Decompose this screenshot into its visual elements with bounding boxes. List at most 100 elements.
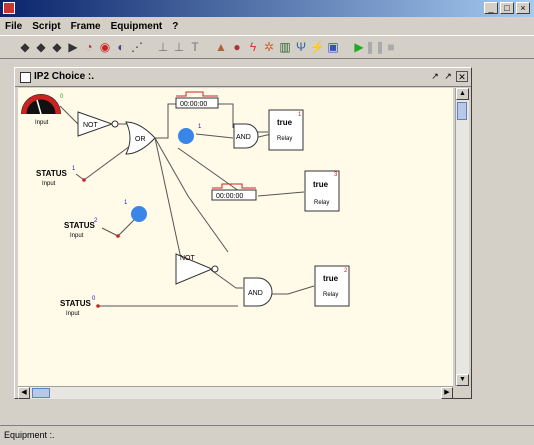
- status-3-dot: [96, 304, 100, 308]
- status-bar: Equipment :.: [0, 425, 534, 445]
- not-gate-label: NOT: [83, 122, 99, 129]
- scroll-left-icon[interactable]: ◀: [18, 387, 30, 399]
- scroll-right-icon[interactable]: ▶: [441, 387, 453, 399]
- forward-icon[interactable]: ◆: [50, 39, 64, 55]
- lock-icon[interactable]: ▲: [214, 39, 228, 55]
- record-icon[interactable]: ◉: [98, 39, 112, 55]
- horizontal-scroll-thumb[interactable]: [32, 388, 50, 398]
- plug-icon[interactable]: ⚡: [310, 39, 325, 55]
- window-icon: [20, 72, 31, 83]
- timer-top[interactable]: 00:00:00: [175, 91, 219, 109]
- scroll-up-icon[interactable]: ▲: [456, 88, 469, 100]
- maximize-button[interactable]: □: [500, 2, 514, 14]
- vertical-scroll-thumb[interactable]: [457, 102, 467, 120]
- lightning-icon[interactable]: ϟ: [246, 39, 260, 55]
- halt-icon[interactable]: ■: [384, 39, 398, 55]
- network-icon[interactable]: ✲: [262, 39, 276, 55]
- menu-file[interactable]: File: [0, 21, 27, 32]
- status-2-input-label: Input: [70, 233, 84, 239]
- timer-middle[interactable]: 00:00:00: [211, 183, 257, 201]
- close-button[interactable]: ×: [516, 2, 530, 14]
- and-gate-bottom[interactable]: AND: [243, 277, 273, 307]
- antenna-icon[interactable]: Ψ: [294, 39, 308, 55]
- timer-2-text: 00:00:00: [216, 193, 243, 200]
- restore-icon[interactable]: ↗: [429, 71, 441, 82]
- not-gate-bottom-label: NOT: [180, 255, 196, 262]
- gauge-input[interactable]: Input 0: [21, 94, 64, 126]
- wire: [83, 145, 131, 181]
- not-gate-bottom[interactable]: NOT: [175, 253, 219, 285]
- maximize-icon[interactable]: ↗: [442, 71, 454, 82]
- text-icon[interactable]: T: [188, 39, 202, 55]
- gauge-number: 0: [60, 94, 64, 100]
- wire: [117, 217, 137, 237]
- relay-2[interactable]: true Relay 3: [304, 170, 340, 212]
- and-gate-bottom-label: AND: [248, 290, 263, 297]
- not-gate-bubble: [111, 120, 119, 128]
- stop-icon[interactable]: ◐: [114, 39, 128, 55]
- led-2-circle: [131, 206, 147, 222]
- relay-1-value: true: [277, 118, 293, 127]
- wire: [268, 285, 315, 295]
- diagram-canvas[interactable]: Input 0 NOT OR 00:00:00 1 AND true Relay…: [18, 88, 453, 386]
- minimize-button[interactable]: _: [484, 2, 498, 14]
- relay-2-value: true: [313, 180, 329, 189]
- timer-text: 00:00:00: [180, 101, 207, 108]
- relay-2-label: Relay: [314, 200, 329, 206]
- step-icon[interactable]: ◆: [34, 39, 48, 55]
- wire: [218, 103, 234, 128]
- relay-1[interactable]: true Relay 1: [268, 109, 304, 151]
- or-gate[interactable]: OR: [125, 121, 156, 155]
- scroll-down-icon[interactable]: ▼: [456, 374, 469, 386]
- status-3-label: STATUS: [60, 299, 91, 308]
- wire: [177, 147, 247, 197]
- not-gate-top[interactable]: NOT: [77, 111, 119, 137]
- wire: [59, 105, 79, 125]
- status-input-1[interactable]: STATUS Input 1: [36, 166, 86, 187]
- status-2-switch: [101, 227, 119, 237]
- pause-icon[interactable]: ❚❚: [365, 39, 385, 55]
- status-input-3[interactable]: STATUS Input 0: [60, 296, 100, 317]
- menu-equipment[interactable]: Equipment: [106, 21, 168, 32]
- timer-pulse: [176, 91, 218, 97]
- timer-icon[interactable]: ◔: [82, 39, 96, 55]
- status-1-number: 1: [72, 166, 76, 172]
- filter2-icon[interactable]: ⊥: [172, 39, 186, 55]
- or-gate-label: OR: [135, 136, 146, 143]
- horizontal-scrollbar[interactable]: ◀ ▶: [18, 386, 453, 399]
- next-icon[interactable]: ▶: [66, 39, 80, 55]
- diagram-window-titlebar: IP2 Choice :. ↗ ↗ ✕: [15, 68, 471, 87]
- led-1-number: 1: [198, 124, 202, 130]
- status-2-dot: [116, 234, 120, 238]
- status-1-input-label: Input: [42, 181, 56, 187]
- relay-3-label: Relay: [323, 292, 338, 298]
- status-2-label: STATUS: [64, 221, 95, 230]
- led-2: 1: [124, 200, 147, 222]
- not-gate-bottom-bubble: [211, 265, 219, 273]
- status-1-label: STATUS: [36, 169, 67, 178]
- camera-icon[interactable]: ●: [230, 39, 244, 55]
- and-gate-top[interactable]: AND: [233, 123, 259, 149]
- led-1-circle: [178, 128, 194, 144]
- status-input-2[interactable]: STATUS Input 2: [64, 218, 120, 239]
- run-icon[interactable]: ▶: [352, 39, 366, 55]
- status-2-number: 2: [94, 218, 98, 224]
- status-3-number: 0: [92, 296, 96, 302]
- relay-1-label: Relay: [277, 136, 292, 142]
- status-3-input-label: Input: [66, 311, 80, 317]
- play-icon[interactable]: ◆: [18, 39, 32, 55]
- filter-icon[interactable]: ⊥: [156, 39, 170, 55]
- title-bar: _ □ ×: [0, 0, 534, 17]
- chart-icon[interactable]: ▥: [278, 39, 292, 55]
- status-1-dot: [82, 178, 86, 182]
- menu-frame[interactable]: Frame: [66, 21, 106, 32]
- relay-3[interactable]: true Relay 2: [314, 265, 350, 307]
- vertical-scrollbar[interactable]: ▲ ▼: [455, 88, 469, 386]
- dots-icon[interactable]: ⋰: [130, 39, 144, 55]
- close-icon[interactable]: ✕: [456, 71, 468, 82]
- monitor-icon[interactable]: ▣: [326, 39, 340, 55]
- menu-help[interactable]: ?: [167, 21, 183, 32]
- relay-3-value: true: [323, 274, 339, 283]
- menu-script[interactable]: Script: [27, 21, 65, 32]
- wire: [257, 191, 305, 197]
